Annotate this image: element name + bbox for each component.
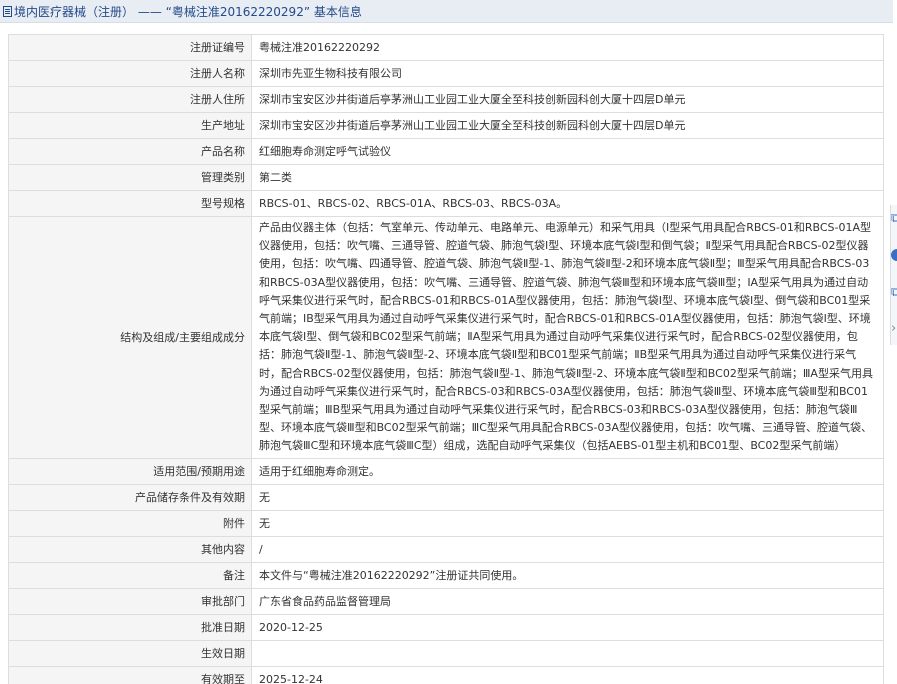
row-label: 型号规格 (8, 190, 252, 217)
row-value: 红细胞寿命测定呼气试验仪 (251, 138, 884, 165)
share-icon: ⧉ (891, 285, 897, 300)
info-icon (891, 249, 897, 261)
table-row: 备注 本文件与“粤械注准20162220292”注册证共同使用。 (8, 561, 884, 589)
table-row: 结构及组成/主要组成成分 产品由仪器主体（包括：气室单元、传动单元、电路单元、电… (8, 216, 884, 459)
table-row: 产品名称 红细胞寿命测定呼气试验仪 (8, 138, 884, 165)
row-label: 有效期至 (8, 665, 252, 684)
row-label: 管理类别 (8, 164, 252, 191)
row-value: 本文件与“粤械注准20162220292”注册证共同使用。 (251, 561, 884, 589)
row-value: RBCS-01、RBCS-02、RBCS-01A、RBCS-03、RBCS-03… (251, 190, 884, 217)
row-label: 产品储存条件及有效期 (8, 483, 252, 511)
row-label: 注册人名称 (8, 60, 252, 87)
share-button[interactable]: ⧉ (891, 285, 897, 301)
info-table: 注册证编号 粤械注准20162220292 注册人名称 深圳市先亚生物科技有限公… (8, 34, 884, 684)
table-row: 型号规格 RBCS-01、RBCS-02、RBCS-01A、RBCS-03、RB… (8, 190, 884, 217)
table-row: 管理类别 第二类 (8, 164, 884, 191)
row-label: 生产地址 (8, 112, 252, 139)
row-value: 第二类 (251, 164, 884, 191)
page-title: 境内医疗器械（注册） —— “粤械注准20162220292” 基本信息 (14, 4, 362, 19)
row-value: 适用于红细胞寿命测定。 (251, 457, 884, 485)
table-row: 适用范围/预期用途 适用于红细胞寿命测定。 (8, 457, 884, 485)
row-label: 审批部门 (8, 587, 252, 615)
row-value: 深圳市宝安区沙井街道后亭茅洲山工业园工业大厦全至科技创新园科创大厦十四层D单元 (251, 112, 884, 139)
row-value (251, 639, 884, 667)
copy-icon: ⧉ (891, 211, 897, 226)
chevron-right-icon: › (891, 321, 897, 336)
page: 境内医疗器械（注册） —— “粤械注准20162220292” 基本信息 注册证… (0, 0, 897, 684)
table-row: 附件 无 (8, 509, 884, 537)
row-label: 批准日期 (8, 613, 252, 641)
copy-button[interactable]: ⧉ (891, 211, 897, 227)
table-row: 批准日期 2020-12-25 (8, 613, 884, 641)
row-label: 备注 (8, 561, 252, 589)
table-row: 有效期至 2025-12-24 (8, 665, 884, 684)
side-toolbar: ⧉ ⧉ › (890, 205, 897, 345)
row-label: 产品名称 (8, 138, 252, 165)
table-row: 生产地址 深圳市宝安区沙井街道后亭茅洲山工业园工业大厦全至科技创新园科创大厦十四… (8, 112, 884, 139)
row-value: 深圳市先亚生物科技有限公司 (251, 60, 884, 87)
row-label: 生效日期 (8, 639, 252, 667)
row-label: 注册证编号 (8, 34, 252, 61)
row-value: 深圳市宝安区沙井街道后亭茅洲山工业园工业大厦全至科技创新园科创大厦十四层D单元 (251, 86, 884, 113)
table-row: 审批部门 广东省食品药品监督管理局 (8, 587, 884, 615)
table-row: 其他内容 / (8, 535, 884, 563)
table-row: 注册证编号 粤械注准20162220292 (8, 34, 884, 61)
table-row: 产品储存条件及有效期 无 (8, 483, 884, 511)
row-value: 粤械注准20162220292 (251, 34, 884, 61)
table-row: 生效日期 (8, 639, 884, 667)
row-value: 广东省食品药品监督管理局 (251, 587, 884, 615)
row-value: 无 (251, 509, 884, 537)
page-header: 境内医疗器械（注册） —— “粤械注准20162220292” 基本信息 (0, 0, 893, 23)
collapse-button[interactable]: › (891, 321, 897, 337)
row-label: 注册人住所 (8, 86, 252, 113)
row-label: 适用范围/预期用途 (8, 457, 252, 485)
info-button[interactable] (891, 247, 897, 263)
document-icon (3, 5, 12, 17)
row-label: 其他内容 (8, 535, 252, 563)
row-label: 结构及组成/主要组成成分 (8, 216, 252, 459)
row-value: 无 (251, 483, 884, 511)
row-value: 2025-12-24 (251, 665, 884, 684)
table-row: 注册人名称 深圳市先亚生物科技有限公司 (8, 60, 884, 87)
row-value: / (251, 535, 884, 563)
row-value: 产品由仪器主体（包括：气室单元、传动单元、电路单元、电源单元）和采气用具（Ⅰ型采… (251, 216, 884, 459)
table-row: 注册人住所 深圳市宝安区沙井街道后亭茅洲山工业园工业大厦全至科技创新园科创大厦十… (8, 86, 884, 113)
row-value: 2020-12-25 (251, 613, 884, 641)
row-label: 附件 (8, 509, 252, 537)
